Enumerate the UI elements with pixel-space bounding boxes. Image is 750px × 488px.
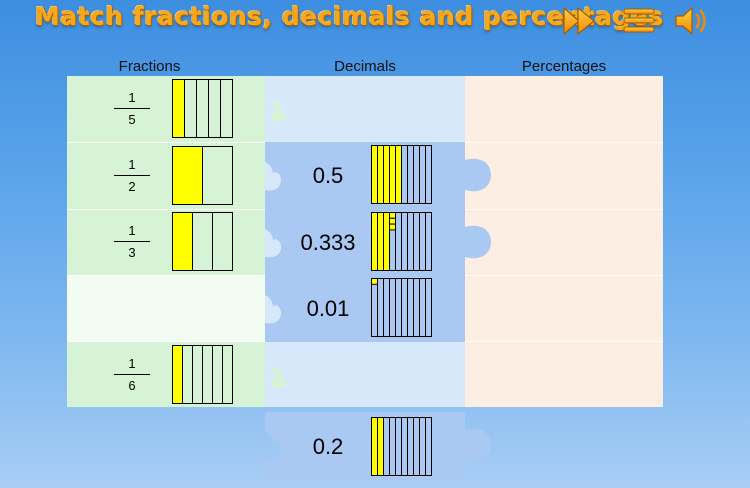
fraction-part bbox=[182, 345, 193, 404]
decimal-column bbox=[425, 278, 432, 337]
fraction-part bbox=[192, 212, 213, 271]
decimal-column bbox=[383, 278, 390, 337]
decimal-column bbox=[407, 145, 414, 204]
fraction-slot-empty[interactable] bbox=[67, 276, 265, 342]
fraction-label: 15 bbox=[112, 90, 152, 127]
decimal-column bbox=[377, 278, 384, 337]
fraction-part bbox=[212, 345, 223, 404]
percentages-column bbox=[465, 76, 663, 407]
decimal-column bbox=[401, 212, 408, 271]
decimal-value: 0.333 bbox=[300, 230, 356, 255]
decimal-shaded-column bbox=[377, 145, 384, 204]
fraction-bar-model bbox=[172, 146, 233, 205]
fraction-part bbox=[202, 146, 233, 205]
fast-forward-icon[interactable] bbox=[560, 2, 600, 40]
decimal-shaded-column bbox=[389, 145, 396, 204]
fraction-part bbox=[202, 345, 213, 404]
fraction-bar-model bbox=[172, 345, 233, 404]
decimal-column bbox=[413, 417, 420, 476]
decimal-column bbox=[407, 278, 414, 337]
decimal-shaded-column bbox=[371, 417, 378, 476]
decimal-column bbox=[395, 212, 402, 271]
fraction-bar-model bbox=[172, 79, 233, 138]
fraction-part bbox=[172, 79, 185, 138]
decimals-header: Decimals bbox=[334, 58, 396, 75]
fraction-part bbox=[172, 345, 183, 404]
fraction-bar-model bbox=[172, 212, 233, 271]
fraction-label: 12 bbox=[112, 157, 152, 194]
decimal-column bbox=[383, 417, 390, 476]
fraction-part bbox=[208, 79, 221, 138]
decimal-column bbox=[413, 145, 420, 204]
decimal-column bbox=[401, 145, 408, 204]
decimal-column bbox=[395, 417, 402, 476]
decimal-shaded-column bbox=[383, 145, 390, 204]
decimal-column bbox=[419, 145, 426, 204]
decimal-column bbox=[413, 278, 420, 337]
decimal-column bbox=[419, 212, 426, 271]
decimal-grid-model bbox=[371, 145, 432, 204]
decimal-shaded-column bbox=[371, 145, 378, 204]
fraction-part bbox=[196, 79, 209, 138]
fraction-part bbox=[172, 146, 203, 205]
decimal-column bbox=[389, 278, 396, 337]
fractions-header: Fractions bbox=[118, 58, 181, 75]
fraction-tab bbox=[263, 101, 286, 122]
decimal-value: 0.2 bbox=[312, 434, 344, 459]
decimal-grid-model bbox=[371, 417, 432, 476]
fraction-part bbox=[222, 345, 233, 404]
decimal-column bbox=[371, 278, 378, 337]
decimal-grid-model bbox=[371, 212, 432, 271]
percentages-header: Percentages bbox=[521, 58, 607, 75]
decimal-column bbox=[401, 417, 408, 476]
decimal-column bbox=[413, 212, 420, 271]
fraction-tab bbox=[263, 367, 286, 388]
decimal-column bbox=[395, 278, 402, 337]
decimal-column bbox=[389, 212, 396, 271]
decimal-column bbox=[389, 417, 396, 476]
fraction-part bbox=[212, 212, 233, 271]
decimal-shaded-column bbox=[377, 417, 384, 476]
decimal-column bbox=[419, 278, 426, 337]
decimal-shaded-column bbox=[371, 212, 378, 271]
decimal-column bbox=[425, 212, 432, 271]
fraction-part bbox=[192, 345, 203, 404]
fractions-column bbox=[67, 76, 265, 407]
fraction-label: 16 bbox=[112, 356, 152, 393]
menu-icon[interactable] bbox=[620, 2, 660, 40]
decimal-shaded-column bbox=[377, 212, 384, 271]
decimal-grid-model bbox=[371, 278, 432, 337]
speaker-icon[interactable] bbox=[672, 2, 712, 40]
fraction-part bbox=[172, 212, 193, 271]
decimal-column bbox=[401, 278, 408, 337]
decimal-column bbox=[425, 145, 432, 204]
decimal-column bbox=[407, 212, 414, 271]
fraction-part bbox=[220, 79, 233, 138]
decimal-value: 0.01 bbox=[306, 296, 350, 321]
decimal-shaded-column bbox=[395, 145, 402, 204]
decimal-column bbox=[407, 417, 414, 476]
fraction-part bbox=[184, 79, 197, 138]
decimal-value: 0.5 bbox=[312, 163, 344, 188]
fraction-label: 13 bbox=[112, 223, 152, 260]
decimal-column bbox=[419, 417, 426, 476]
decimal-column bbox=[425, 417, 432, 476]
decimal-shaded-column bbox=[383, 212, 390, 271]
